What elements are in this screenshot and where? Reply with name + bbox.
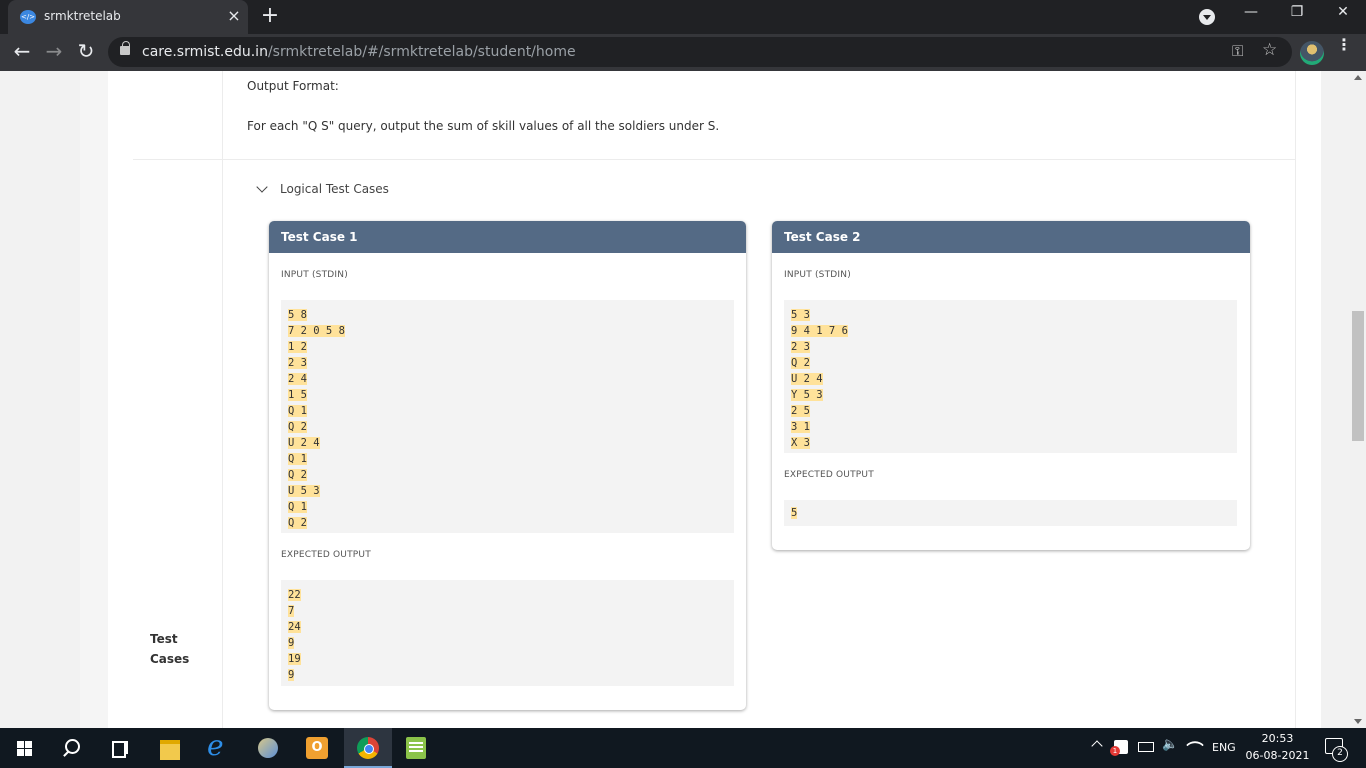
clock-date[interactable]: 06-08-2021: [1245, 749, 1310, 762]
output-block: 5: [784, 500, 1237, 526]
browser-menu-icon[interactable]: ⋮: [1336, 37, 1352, 53]
windows-start-icon[interactable]: [0, 728, 48, 768]
app-icon[interactable]: [245, 728, 293, 768]
task-view-icon[interactable]: [96, 728, 144, 768]
input-line: 7 2 0 5 8: [288, 325, 345, 337]
site-favicon-icon: </>: [20, 10, 36, 24]
input-line: 3 1: [791, 421, 810, 433]
bookmark-star-icon[interactable]: ☆: [1262, 40, 1277, 60]
minimize-button[interactable]: —: [1236, 4, 1266, 20]
output-line: 24: [288, 621, 301, 633]
input-line: Q 2: [288, 421, 307, 433]
expected-output-label: EXPECTED OUTPUT: [281, 550, 371, 560]
input-line: Q 2: [791, 357, 810, 369]
clock-time[interactable]: 20:53: [1245, 732, 1310, 745]
input-line: 5 3: [791, 309, 810, 321]
show-hidden-icons-chevron-icon[interactable]: [1091, 740, 1103, 752]
key-icon[interactable]: ⚿: [1232, 42, 1243, 60]
chevron-down-icon[interactable]: [255, 182, 269, 196]
browser-toolbar: ← → ↻ care.srmist.edu.in/srmktretelab/#/…: [0, 34, 1366, 71]
input-block: 5 8 7 2 0 5 8 1 2 2 3 2 4 1 5 Q 1 Q 2 U …: [281, 300, 734, 533]
tab-search-icon[interactable]: [1199, 9, 1215, 25]
lock-icon[interactable]: [120, 41, 130, 55]
notepad-icon[interactable]: [392, 728, 440, 768]
row-divider: [133, 159, 1295, 160]
input-line: Q 1: [288, 453, 307, 465]
scroll-down-arrow-icon[interactable]: [1354, 719, 1362, 724]
restore-button[interactable]: ❐: [1282, 4, 1312, 20]
tab-title: srmktretelab: [44, 9, 121, 23]
input-language-indicator[interactable]: ENG: [1212, 741, 1236, 754]
output-line: 9: [288, 637, 295, 649]
volume-icon[interactable]: 🔈: [1162, 737, 1178, 752]
back-button[interactable]: ←: [8, 39, 36, 63]
output-line: 9: [288, 669, 295, 681]
notification-count-badge[interactable]: 2: [1332, 746, 1348, 762]
card-edge: [1295, 71, 1296, 728]
input-line: Q 2: [288, 517, 307, 529]
new-tab-button[interactable]: +: [258, 3, 282, 28]
output-format-heading: Output Format:: [247, 79, 339, 93]
input-line: 9 4 1 7 6: [791, 325, 848, 337]
output-block: 22 7 24 9 19 9: [281, 580, 734, 686]
input-line: 2 3: [791, 341, 810, 353]
test-cases-side-label: Test Cases: [150, 629, 189, 669]
browser-tab[interactable]: </> srmktretelab ×: [8, 0, 248, 34]
tray-app-icon[interactable]: [1110, 740, 1128, 756]
logical-test-cases-toggle[interactable]: Logical Test Cases: [280, 182, 389, 196]
search-icon[interactable]: [48, 728, 96, 768]
forward-button[interactable]: →: [40, 39, 68, 63]
battery-icon[interactable]: [1138, 742, 1154, 752]
browser-titlebar: </> srmktretelab × + — ❐ ✕: [0, 0, 1366, 34]
input-line: U 2 4: [288, 437, 320, 449]
wifi-icon[interactable]: [1186, 736, 1204, 754]
input-label: INPUT (STDIN): [784, 270, 851, 280]
page-viewport: Output Format: For each "Q S" query, out…: [0, 71, 1350, 728]
close-tab-icon[interactable]: ×: [224, 6, 244, 25]
column-divider: [222, 71, 223, 728]
input-line: 1 2: [288, 341, 307, 353]
chrome-icon[interactable]: [344, 728, 392, 768]
url-path: /srmktretelab/#/srmktretelab/student/hom…: [267, 44, 576, 60]
side-label-line: Cases: [150, 652, 190, 666]
output-line: 22: [288, 589, 301, 601]
reload-button[interactable]: ↻: [72, 39, 100, 63]
test-case-title: Test Case 2: [772, 221, 1250, 253]
scroll-up-arrow-icon[interactable]: [1354, 75, 1362, 80]
input-line: X 3: [791, 437, 810, 449]
close-window-button[interactable]: ✕: [1328, 4, 1358, 20]
output-line: 19: [288, 653, 301, 665]
side-label-line: Test: [150, 632, 178, 646]
input-line: Q 1: [288, 501, 307, 513]
scrollbar-thumb[interactable]: [1352, 311, 1364, 441]
output-line: 7: [288, 605, 295, 617]
test-case-card-2: Test Case 2 INPUT (STDIN) 5 3 9 4 1 7 6 …: [772, 221, 1250, 550]
input-line: Q 1: [288, 405, 307, 417]
input-line: 2 4: [288, 373, 307, 385]
edge-browser-icon[interactable]: [196, 728, 244, 768]
page-scrollbar[interactable]: [1350, 71, 1366, 728]
profile-avatar[interactable]: [1300, 41, 1324, 65]
address-bar[interactable]: care.srmist.edu.in/srmktretelab/#/srmktr…: [108, 37, 1292, 67]
input-line: Q 2: [288, 469, 307, 481]
input-line: U 2 4: [791, 373, 823, 385]
file-explorer-icon[interactable]: [147, 728, 195, 768]
input-line: Y 5 3: [791, 389, 823, 401]
input-line: 2 5: [791, 405, 810, 417]
windows-taskbar: 🔈 ENG 20:53 06-08-2021 2: [0, 728, 1366, 768]
input-line: U 5 3: [288, 485, 320, 497]
input-line: 2 3: [288, 357, 307, 369]
test-case-title: Test Case 1: [269, 221, 746, 253]
output-line: 5: [791, 507, 798, 519]
url-text[interactable]: care.srmist.edu.in/srmktretelab/#/srmktr…: [142, 44, 576, 60]
test-case-card-1: Test Case 1 INPUT (STDIN) 5 8 7 2 0 5 8 …: [269, 221, 746, 710]
expected-output-label: EXPECTED OUTPUT: [784, 470, 874, 480]
url-host: care.srmist.edu.in: [142, 44, 268, 60]
office-app-icon[interactable]: [294, 728, 342, 768]
input-line: 5 8: [288, 309, 307, 321]
output-format-text: For each "Q S" query, output the sum of …: [247, 119, 720, 133]
input-label: INPUT (STDIN): [281, 270, 348, 280]
input-block: 5 3 9 4 1 7 6 2 3 Q 2 U 2 4 Y 5 3 2 5 3 …: [784, 300, 1237, 453]
input-line: 1 5: [288, 389, 307, 401]
